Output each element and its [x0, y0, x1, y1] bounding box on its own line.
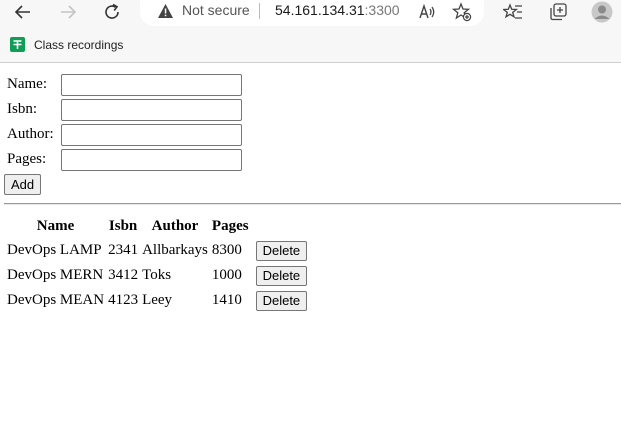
cell-action: Delete — [252, 239, 309, 262]
add-button[interactable]: Add — [4, 174, 42, 195]
read-aloud-icon[interactable] — [415, 0, 439, 24]
delete-button[interactable]: Delete — [255, 240, 308, 261]
cell-name: DevOps MEAN — [7, 292, 105, 308]
cell-pages: 8300 — [211, 242, 242, 258]
isbn-input[interactable] — [61, 99, 242, 121]
security-label[interactable]: Not secure — [182, 2, 250, 18]
header-action — [252, 215, 309, 237]
cell-author: Allbarkays — [142, 242, 208, 258]
divider — [4, 203, 621, 205]
profile-avatar-icon[interactable] — [590, 0, 614, 24]
add-favorite-icon[interactable] — [450, 0, 474, 24]
header-pages: Pages — [211, 217, 249, 234]
url-host: 54.161.134.31 — [275, 2, 365, 18]
cell-pages: 1000 — [211, 267, 242, 283]
cell-name: DevOps LAMP — [7, 242, 102, 258]
table-row: DevOps MEAN 4123 Leey 1410 Delete — [6, 289, 308, 312]
bookmarks-bar: Class recordings — [0, 28, 621, 63]
refresh-icon[interactable] — [100, 0, 124, 24]
name-input[interactable] — [61, 74, 242, 96]
header-isbn: Isbn — [108, 217, 138, 234]
cell-isbn: 2341 — [108, 242, 139, 258]
name-label: Name: — [7, 76, 47, 92]
cell-action: Delete — [252, 264, 309, 287]
sheets-icon — [10, 37, 25, 52]
cell-author: Leey — [142, 292, 173, 308]
bookmark-label: Class recordings — [34, 37, 124, 52]
author-label: Author: — [7, 126, 54, 142]
table-row: DevOps LAMP 2341 Allbarkays 8300 Delete — [6, 239, 308, 262]
cell-pages: 1410 — [211, 292, 242, 308]
cell-name: DevOps MERN — [7, 267, 104, 283]
books-table: Name Isbn Author Pages DevOps LAMP 2341 … — [4, 213, 310, 314]
address-separator — [259, 3, 260, 19]
table-header-row: Name Isbn Author Pages — [6, 215, 308, 237]
delete-button[interactable]: Delete — [255, 290, 308, 311]
header-author: Author — [151, 217, 199, 234]
author-input[interactable] — [61, 124, 242, 146]
bookmark-class-recordings[interactable]: Class recordings — [10, 37, 123, 52]
cell-isbn: 3412 — [108, 267, 139, 283]
cell-action: Delete — [252, 289, 309, 312]
back-icon[interactable] — [11, 0, 35, 24]
collections-icon[interactable] — [546, 0, 570, 24]
favorites-icon[interactable] — [501, 0, 525, 24]
browser-toolbar: Not secure 54.161.134.31:3300 — [0, 0, 621, 28]
forward-icon[interactable] — [56, 0, 80, 24]
table-row: DevOps MERN 3412 Toks 1000 Delete — [6, 264, 308, 287]
header-name: Name — [36, 217, 75, 234]
delete-button[interactable]: Delete — [255, 265, 308, 286]
pages-label: Pages: — [7, 151, 47, 167]
cell-isbn: 4123 — [108, 292, 139, 308]
warning-icon[interactable] — [157, 3, 174, 24]
url-text[interactable]: 54.161.134.31:3300 — [275, 2, 400, 18]
url-port: :3300 — [364, 2, 400, 18]
cell-author: Toks — [142, 267, 172, 283]
pages-input[interactable] — [61, 149, 242, 171]
isbn-label: Isbn: — [7, 101, 37, 117]
